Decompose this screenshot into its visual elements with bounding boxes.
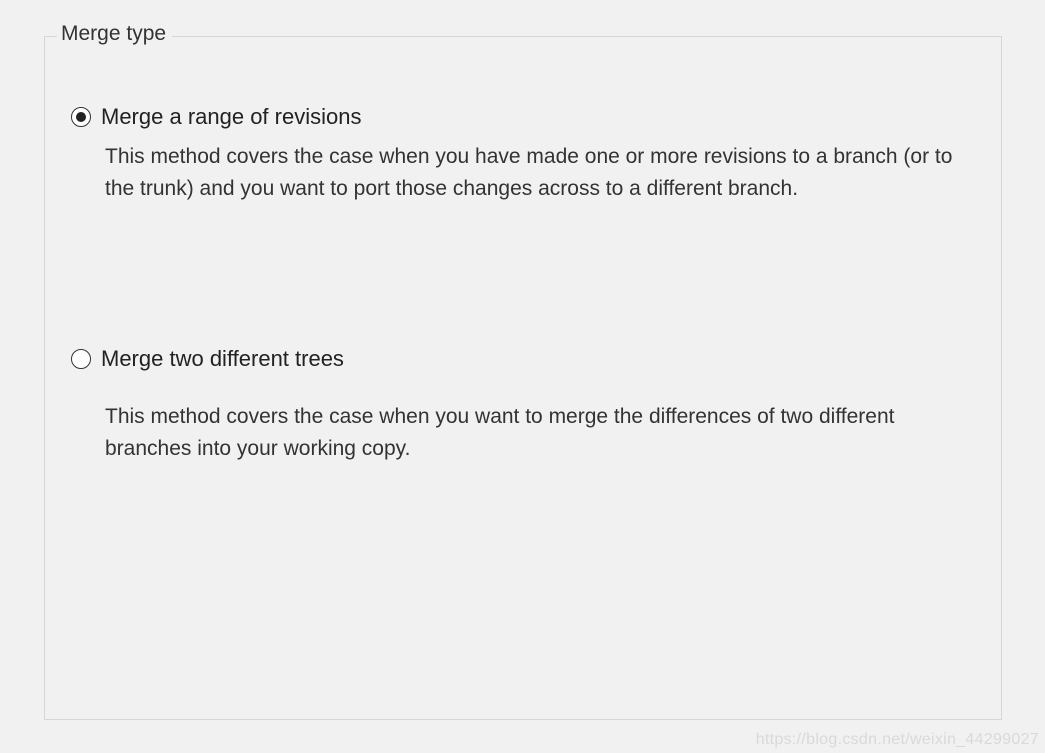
radio-merge-trees[interactable] (71, 349, 91, 369)
watermark-text: https://blog.csdn.net/weixin_44299027 (756, 731, 1039, 749)
option-desc-merge-range: This method covers the case when you hav… (105, 141, 965, 205)
radio-merge-range[interactable] (71, 107, 91, 127)
merge-type-groupbox: Merge type Merge a range of revisions Th… (44, 36, 1002, 720)
option-label-merge-trees: Merge two different trees (101, 345, 975, 373)
option-label-merge-range: Merge a range of revisions (101, 103, 975, 131)
groupbox-legend: Merge type (57, 22, 172, 46)
option-merge-trees[interactable]: Merge two different trees This method co… (45, 345, 1001, 465)
option-merge-range[interactable]: Merge a range of revisions This method c… (45, 103, 1001, 205)
option-desc-merge-trees: This method covers the case when you wan… (105, 401, 965, 465)
option-body: Merge two different trees This method co… (101, 345, 975, 465)
option-body: Merge a range of revisions This method c… (101, 103, 975, 205)
